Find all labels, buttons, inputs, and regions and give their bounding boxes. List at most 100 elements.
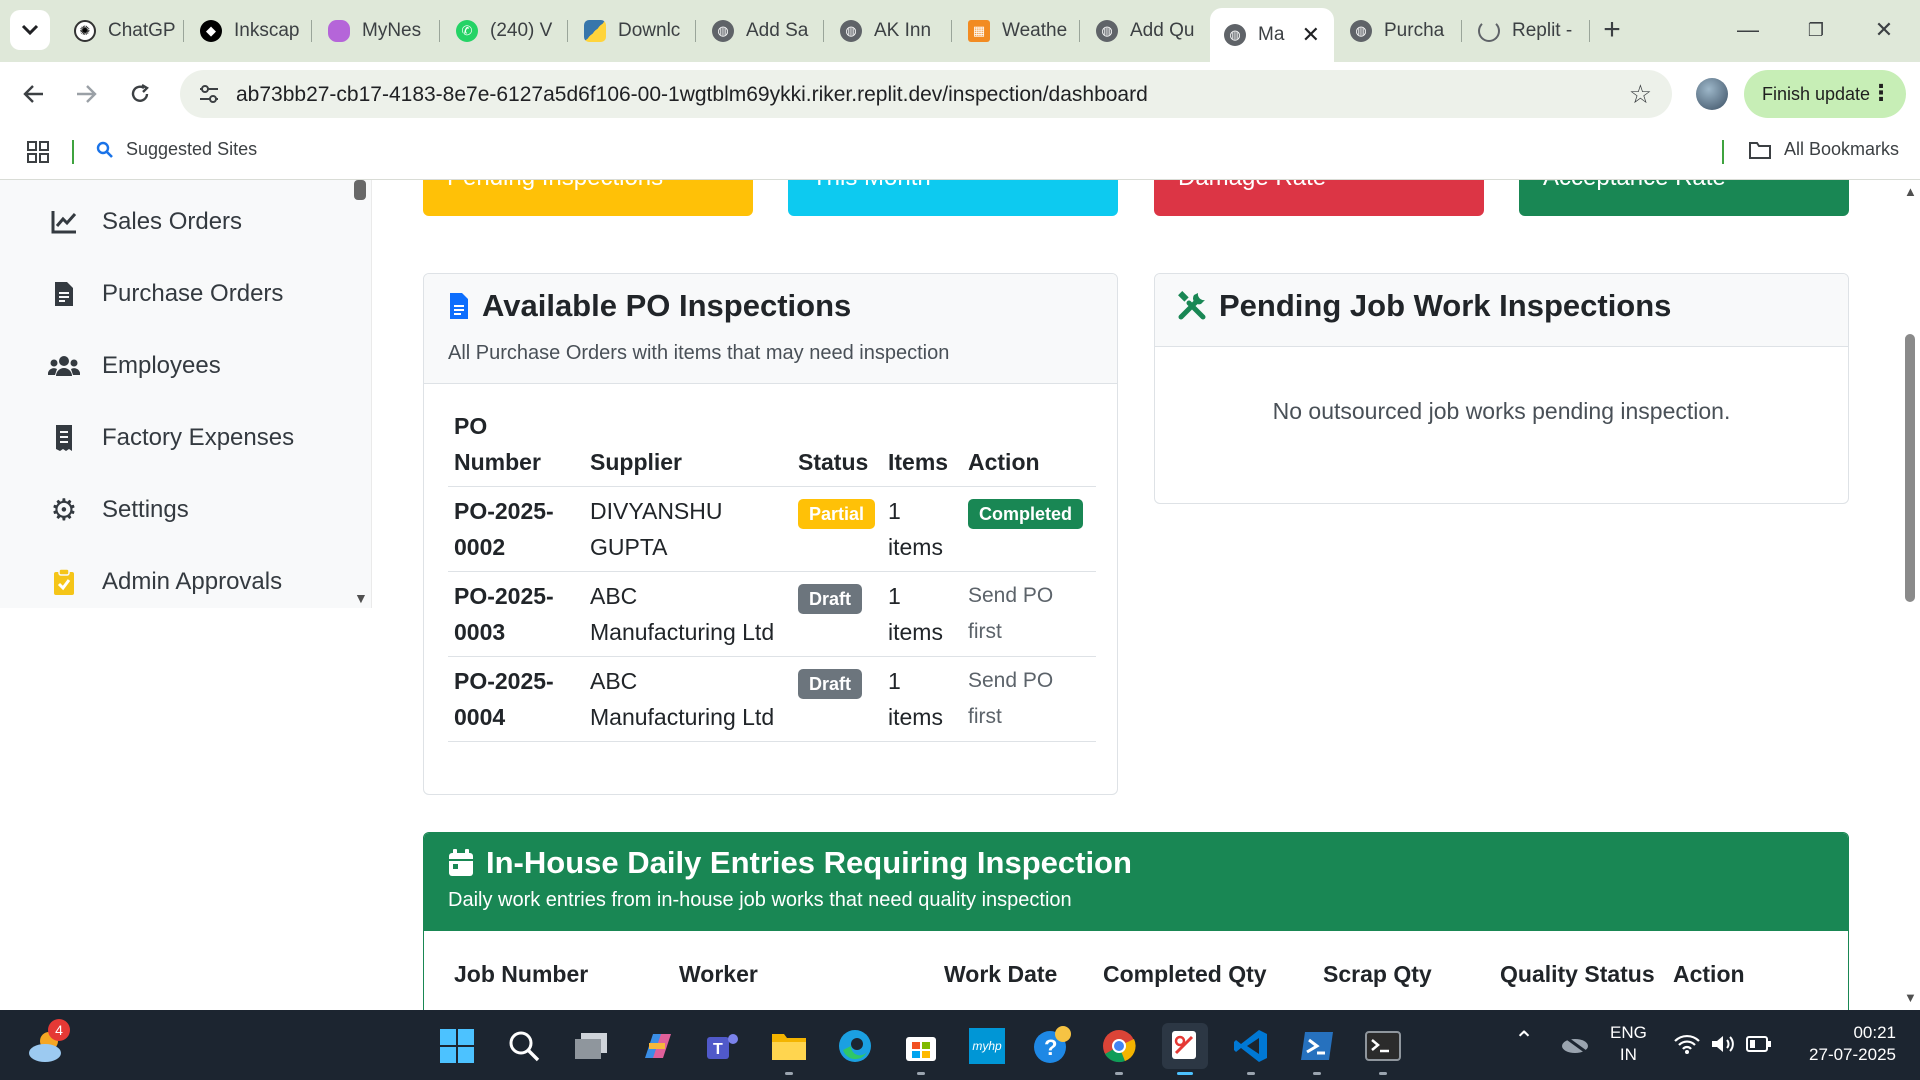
start-button[interactable] — [434, 1023, 480, 1069]
po-number: PO-2025-0002 — [448, 486, 584, 572]
stat-label: This Month — [812, 180, 931, 191]
sidebar-item-factory-expenses[interactable]: Factory Expenses — [48, 418, 294, 458]
apps-grid-icon[interactable] — [26, 140, 50, 169]
terminal-button[interactable] — [1360, 1023, 1406, 1075]
daily-entries-card: In-House Daily Entries Requiring Inspect… — [423, 832, 1849, 1010]
new-tab-button[interactable]: + — [1592, 12, 1632, 48]
tab-search-button[interactable] — [10, 10, 50, 50]
stat-label: Acceptance Rate — [1543, 180, 1726, 191]
scroll-down-arrow-icon[interactable]: ▼ — [1904, 990, 1917, 1005]
tab-add-sa[interactable]: ◍ Add Sa — [698, 10, 824, 52]
col-status: Status — [798, 449, 869, 475]
store-button[interactable] — [898, 1023, 944, 1075]
weather-badge: 4 — [48, 1019, 70, 1041]
more-vertical-icon[interactable]: ⋮ — [1870, 80, 1892, 106]
tab-inkscape[interactable]: ◆ Inkscap — [186, 10, 312, 52]
file-explorer-button[interactable] — [766, 1023, 812, 1075]
tab-mynest[interactable]: MyNes — [314, 10, 440, 52]
bookmark-star-icon[interactable]: ☆ — [1629, 79, 1652, 110]
edge-button[interactable] — [832, 1023, 878, 1069]
tab-python[interactable]: Downlc — [570, 10, 696, 52]
back-button[interactable] — [14, 74, 54, 114]
table-row: PO-2025-0002 DIVYANSHU GUPTA Partial 1 i… — [448, 486, 1096, 572]
finish-update-button[interactable]: Finish update ⋮ — [1744, 70, 1906, 118]
onedrive-icon[interactable] — [1560, 1034, 1590, 1060]
snipping-tool-button[interactable] — [1162, 1023, 1208, 1075]
chrome-button[interactable] — [1096, 1023, 1142, 1075]
myhp-icon: myhp — [969, 1028, 1005, 1064]
vscode-icon — [1234, 1030, 1267, 1062]
sidebar-item-label: Purchase Orders — [102, 280, 284, 307]
windows-logo-icon — [440, 1029, 474, 1063]
tab-label: Replit - — [1512, 20, 1573, 41]
address-bar[interactable]: ab73bb27-cb17-4183-8e7e-6127a5d6f106-00-… — [180, 70, 1672, 118]
file-icon — [450, 293, 468, 319]
restore-button[interactable]: ❐ — [1796, 12, 1836, 48]
get-help-button[interactable]: ? — [1030, 1023, 1076, 1069]
weather-widget[interactable]: 4 — [24, 1019, 70, 1069]
myhp-button[interactable]: myhp — [964, 1023, 1010, 1069]
clock[interactable]: 00:21 27-07-2025 — [1796, 1022, 1896, 1066]
url-text: ab73bb27-cb17-4183-8e7e-6127a5d6f106-00-… — [236, 83, 1148, 106]
tab-whatsapp[interactable]: ✆ (240) V — [442, 10, 568, 52]
copilot-button[interactable] — [634, 1023, 680, 1069]
chatgpt-icon: ✺ — [74, 20, 96, 42]
status-badge: Draft — [798, 669, 863, 699]
close-window-button[interactable]: ✕ — [1864, 12, 1904, 48]
tab-purchase[interactable]: ◍ Purcha — [1336, 10, 1462, 52]
wifi-icon[interactable] — [1674, 1034, 1700, 1060]
tab-weather[interactable]: ▦ Weathe — [954, 10, 1080, 52]
task-view-button[interactable] — [568, 1023, 614, 1069]
volume-icon[interactable] — [1710, 1034, 1736, 1060]
vscode-button[interactable] — [1228, 1023, 1274, 1075]
chart-line-icon — [48, 206, 80, 238]
po-number: PO-2025-0004 — [448, 656, 584, 742]
col-scrap-qty: Scrap Qty — [1323, 961, 1432, 987]
stat-card-pending-inspections: Pending Inspections — [423, 180, 753, 216]
action-note: Send PO first — [962, 656, 1096, 742]
page-scrollbar-thumb[interactable] — [1905, 334, 1915, 602]
teams-button[interactable]: T — [700, 1023, 746, 1069]
bookmark-divider — [72, 140, 74, 164]
minimize-button[interactable]: — — [1728, 12, 1768, 48]
sidebar-item-settings[interactable]: ⚙ Settings — [48, 490, 189, 530]
show-hidden-icons-chevron-icon[interactable]: ⌃ — [1514, 1029, 1534, 1053]
page-scrollbar[interactable]: ▲ ▼ — [1900, 180, 1920, 1010]
sidebar-item-employees[interactable]: Employees — [48, 346, 221, 386]
sidebar-item-purchase-orders[interactable]: Purchase Orders — [48, 274, 283, 314]
tab-replit[interactable]: Replit - — [1464, 10, 1590, 52]
suggested-sites-bookmark[interactable]: Suggested Sites — [96, 139, 257, 160]
empty-state-message: No outsourced job works pending inspecti… — [1272, 398, 1731, 424]
tab-chatgpt[interactable]: ✺ ChatGP — [60, 10, 184, 52]
svg-text:?: ? — [1044, 1035, 1057, 1060]
table-row: PO-2025-0003 ABC Manufacturing Ltd Draft… — [448, 571, 1096, 657]
sidebar-item-label: Sales Orders — [102, 208, 243, 235]
close-tab-icon[interactable]: ✕ — [1302, 22, 1320, 48]
tab-ak-inn[interactable]: ◍ AK Inn — [826, 10, 952, 52]
mynest-icon — [328, 20, 350, 42]
col-completed-qty: Completed Qty — [1103, 961, 1267, 987]
battery-icon[interactable] — [1746, 1035, 1772, 1059]
suggested-sites-label: Suggested Sites — [126, 139, 258, 159]
profile-avatar[interactable] — [1696, 78, 1728, 110]
powershell-button[interactable] — [1294, 1023, 1340, 1075]
all-bookmarks-folder[interactable]: All Bookmarks — [1748, 139, 1899, 160]
globe-icon: ◍ — [1096, 20, 1118, 42]
forward-button[interactable] — [66, 74, 106, 114]
scroll-up-arrow-icon[interactable]: ▲ — [1904, 184, 1917, 199]
col-worker: Worker — [679, 961, 758, 987]
reload-button[interactable] — [120, 74, 160, 114]
language-indicator[interactable]: ENG IN — [1610, 1022, 1647, 1066]
taskbar-search-button[interactable] — [501, 1023, 547, 1069]
tab-add-qu[interactable]: ◍ Add Qu — [1082, 10, 1208, 52]
region-label: IN — [1619, 1045, 1637, 1064]
teams-icon: T — [707, 1034, 738, 1059]
item-count: 1 items — [882, 486, 962, 572]
clock-time: 00:21 — [1853, 1023, 1896, 1042]
sidebar-item-sales-orders[interactable]: Sales Orders — [48, 202, 242, 242]
col-po-number: PO Number — [454, 413, 541, 475]
sidebar-item-admin-approvals[interactable]: Admin Approvals — [48, 562, 282, 602]
scroll-down-arrow-icon[interactable]: ▼ — [354, 590, 368, 606]
sidebar-scrollbar-thumb[interactable] — [354, 180, 366, 200]
tab-active-inspection[interactable]: ◍ Ma ✕ — [1210, 8, 1334, 62]
